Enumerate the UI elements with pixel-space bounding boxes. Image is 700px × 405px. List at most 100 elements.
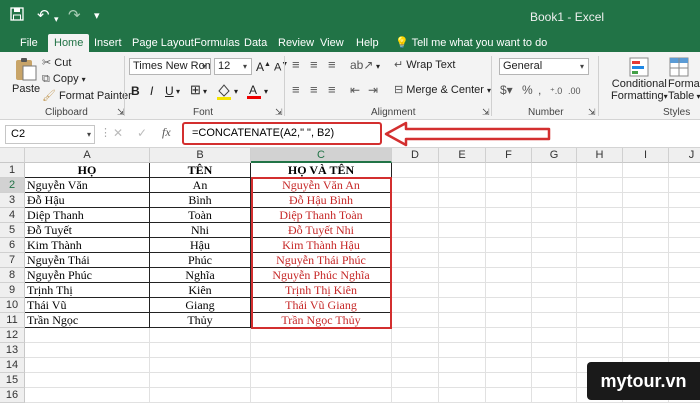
empty-cell[interactable]	[669, 283, 700, 298]
empty-cell[interactable]	[150, 388, 251, 403]
empty-cell[interactable]	[392, 193, 439, 208]
empty-cell[interactable]	[439, 193, 486, 208]
empty-cell[interactable]	[392, 358, 439, 373]
empty-cell[interactable]	[251, 328, 392, 343]
underline-icon[interactable]: U	[165, 84, 174, 98]
empty-cell[interactable]	[25, 343, 150, 358]
align-center-icon[interactable]: ≡	[310, 83, 318, 97]
column-header-j[interactable]: J	[669, 148, 700, 163]
cell-a6[interactable]: Kim Thành	[25, 238, 150, 253]
empty-cell[interactable]	[150, 343, 251, 358]
row-header-9[interactable]: 9	[0, 283, 25, 298]
empty-cell[interactable]	[439, 388, 486, 403]
align-middle-icon[interactable]: ≡	[310, 58, 318, 72]
empty-cell[interactable]	[439, 373, 486, 388]
column-header-g[interactable]: G	[532, 148, 577, 163]
empty-cell[interactable]	[577, 313, 623, 328]
tab-view[interactable]: View	[314, 36, 350, 52]
column-header-c[interactable]: C	[251, 148, 392, 163]
empty-cell[interactable]	[392, 373, 439, 388]
empty-cell[interactable]	[392, 208, 439, 223]
empty-cell[interactable]	[532, 343, 577, 358]
empty-cell[interactable]	[392, 313, 439, 328]
empty-cell[interactable]	[486, 178, 532, 193]
column-header-a[interactable]: A	[25, 148, 150, 163]
empty-cell[interactable]	[623, 253, 669, 268]
empty-cell[interactable]	[532, 298, 577, 313]
cell-a2[interactable]: Nguyễn Văn	[25, 178, 150, 193]
empty-cell[interactable]	[439, 253, 486, 268]
empty-cell[interactable]	[623, 178, 669, 193]
accounting-format-icon[interactable]: $▾	[500, 83, 513, 97]
empty-cell[interactable]	[486, 223, 532, 238]
empty-cell[interactable]	[577, 343, 623, 358]
font-color-icon[interactable]: A	[246, 82, 262, 103]
empty-cell[interactable]	[392, 253, 439, 268]
empty-cell[interactable]	[486, 313, 532, 328]
empty-cell[interactable]	[392, 328, 439, 343]
increase-decimal-icon[interactable]: ⁺.0	[550, 84, 562, 98]
empty-cell[interactable]	[623, 328, 669, 343]
decrease-font-size-icon[interactable]: A▼	[274, 58, 288, 75]
empty-cell[interactable]	[532, 208, 577, 223]
conditional-formatting-button[interactable]: Conditional Formatting▾	[611, 56, 668, 103]
cell-b4[interactable]: Toàn	[150, 208, 251, 223]
paste-button[interactable]: Paste	[12, 56, 40, 96]
cell-a5[interactable]: Đỗ Tuyết	[25, 223, 150, 238]
alignment-launcher-icon[interactable]: ⇲	[482, 107, 490, 118]
empty-cell[interactable]	[392, 268, 439, 283]
empty-cell[interactable]	[486, 163, 532, 178]
empty-cell[interactable]	[251, 358, 392, 373]
column-header-b[interactable]: B	[150, 148, 251, 163]
empty-cell[interactable]	[577, 223, 623, 238]
row-header-15[interactable]: 15	[0, 373, 25, 388]
empty-cell[interactable]	[439, 208, 486, 223]
tab-insert[interactable]: Insert	[88, 36, 128, 52]
chevron-down-icon[interactable]: ▾	[176, 85, 180, 99]
undo-icon[interactable]: ↶	[37, 7, 50, 25]
empty-cell[interactable]	[623, 238, 669, 253]
formula-input[interactable]: =CONCATENATE(A2," ", B2)	[182, 122, 382, 145]
increase-indent-icon[interactable]: ⇥	[368, 83, 378, 97]
empty-cell[interactable]	[486, 358, 532, 373]
empty-cell[interactable]	[577, 328, 623, 343]
empty-cell[interactable]	[669, 298, 700, 313]
align-top-icon[interactable]: ≡	[292, 58, 300, 72]
empty-cell[interactable]	[439, 328, 486, 343]
empty-cell[interactable]	[486, 193, 532, 208]
tab-home[interactable]: Home	[48, 34, 90, 52]
empty-cell[interactable]	[532, 373, 577, 388]
empty-cell[interactable]	[532, 268, 577, 283]
align-left-icon[interactable]: ≡	[292, 83, 300, 97]
empty-cell[interactable]	[669, 313, 700, 328]
cell-b6[interactable]: Hậu	[150, 238, 251, 253]
chevron-down-icon[interactable]: ▾	[234, 85, 238, 99]
empty-cell[interactable]	[251, 343, 392, 358]
cell-a11[interactable]: Trần Ngọc	[25, 313, 150, 328]
enter-icon[interactable]: ✓	[137, 126, 147, 140]
align-right-icon[interactable]: ≡	[328, 83, 336, 97]
header-cell-ho-va-ten[interactable]: HỌ VÀ TÊN	[251, 163, 392, 178]
cell-c4[interactable]: Diệp Thanh Toàn	[251, 208, 392, 223]
tab-data[interactable]: Data	[238, 36, 273, 52]
empty-cell[interactable]	[486, 253, 532, 268]
empty-cell[interactable]	[392, 298, 439, 313]
chevron-down-icon[interactable]: ▾	[264, 85, 268, 99]
empty-cell[interactable]	[669, 193, 700, 208]
empty-cell[interactable]	[577, 178, 623, 193]
decrease-decimal-icon[interactable]: .00	[568, 84, 581, 98]
empty-cell[interactable]	[532, 283, 577, 298]
row-header-1[interactable]: 1	[0, 163, 25, 178]
empty-cell[interactable]	[439, 343, 486, 358]
empty-cell[interactable]	[577, 163, 623, 178]
row-header-13[interactable]: 13	[0, 343, 25, 358]
header-cell-ho[interactable]: HỌ	[25, 163, 150, 178]
empty-cell[interactable]	[623, 313, 669, 328]
cell-c8[interactable]: Nguyễn Phúc Nghĩa	[251, 268, 392, 283]
italic-icon[interactable]: I	[150, 84, 153, 98]
column-header-i[interactable]: I	[623, 148, 669, 163]
empty-cell[interactable]	[532, 358, 577, 373]
empty-cell[interactable]	[623, 343, 669, 358]
fill-color-icon[interactable]	[215, 82, 233, 104]
empty-cell[interactable]	[669, 268, 700, 283]
